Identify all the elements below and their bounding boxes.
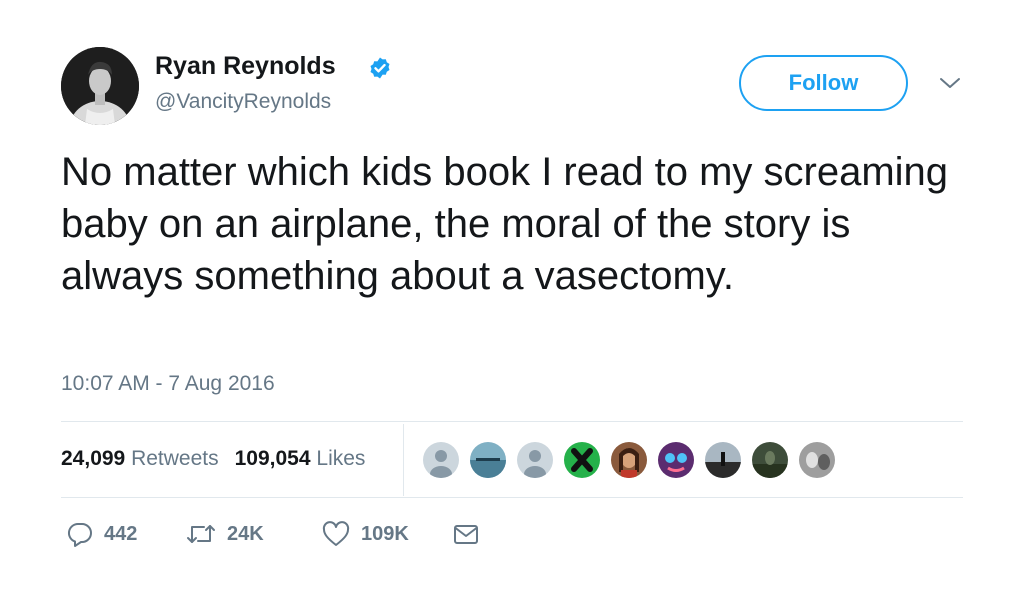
retweets-stat[interactable]: 24,099 Retweets (61, 447, 219, 471)
liker-avatar[interactable] (656, 440, 696, 480)
author-handle[interactable]: @VancityReynolds (155, 90, 331, 114)
like-button[interactable]: 109K (321, 520, 409, 548)
retweet-icon (187, 525, 215, 543)
reply-icon (67, 522, 92, 547)
likes-stat[interactable]: 109,054 Likes (235, 447, 366, 471)
tweet-timestamp[interactable]: 10:07 AM - 7 Aug 2016 (61, 372, 275, 396)
likes-count: 109,054 (234, 447, 311, 470)
tweet-text: No matter which kids book I read to my s… (61, 150, 949, 298)
retweets-count: 24,099 (61, 447, 126, 470)
heart-icon (322, 521, 350, 546)
divider (61, 421, 963, 422)
tweet-stats: 24,099 Retweets 109,054 Likes (61, 447, 365, 471)
likes-label: Likes (316, 447, 366, 470)
retweet-button[interactable]: 24K (185, 520, 264, 548)
like-count: 109K (361, 522, 409, 545)
author-name[interactable]: Ryan Reynolds (155, 52, 336, 81)
envelope-icon (454, 525, 478, 544)
liker-avatar[interactable] (421, 440, 461, 480)
liker-avatar[interactable] (562, 440, 602, 480)
stats-divider (403, 424, 404, 496)
verified-badge-icon (370, 57, 390, 79)
direct-message-button[interactable] (452, 520, 480, 548)
liker-avatar[interactable] (703, 440, 743, 480)
divider (61, 497, 963, 498)
liker-avatar[interactable] (515, 440, 555, 480)
reply-count: 442 (104, 522, 138, 545)
author-avatar[interactable] (61, 47, 139, 125)
chevron-down-icon[interactable] (938, 74, 962, 92)
follow-button[interactable]: Follow (739, 55, 908, 111)
retweets-label: Retweets (131, 447, 219, 470)
liker-avatar[interactable] (468, 440, 508, 480)
liker-avatar[interactable] (609, 440, 649, 480)
liker-avatar[interactable] (797, 440, 837, 480)
reply-button[interactable]: 442 (66, 520, 137, 548)
retweet-count: 24K (227, 522, 264, 545)
liker-avatar[interactable] (750, 440, 790, 480)
